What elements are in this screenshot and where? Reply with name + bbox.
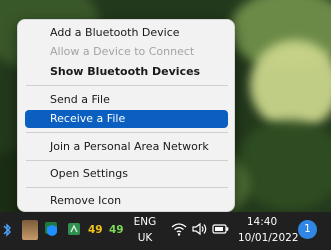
taskbar: 49 49 ENG UK 14:40 10/01/2022 1 <box>0 212 331 250</box>
menu-item-show-bluetooth-devices[interactable]: Show Bluetooth Devices <box>25 63 228 81</box>
system-clock[interactable]: 14:40 10/01/2022 <box>238 214 299 246</box>
menu-separator <box>26 187 228 188</box>
menu-item-remove-icon[interactable]: Remove Icon <box>25 192 228 210</box>
wifi-icon[interactable] <box>170 220 188 238</box>
tray-number-yellow[interactable]: 49 <box>88 224 103 236</box>
menu-item-add-bluetooth-device[interactable]: Add a Bluetooth Device <box>25 24 228 42</box>
language-indicator[interactable]: ENG UK <box>133 214 157 246</box>
notification-badge[interactable]: 1 <box>298 220 317 239</box>
network-adapter-icon[interactable] <box>66 220 82 238</box>
menu-separator <box>26 132 228 133</box>
bluetooth-context-menu: Add a Bluetooth Device Allow a Device to… <box>17 19 235 212</box>
menu-item-allow-device-connect: Allow a Device to Connect <box>50 45 195 58</box>
clock-date: 10/01/2022 <box>238 232 299 244</box>
menu-item-open-settings[interactable]: Open Settings <box>25 165 228 183</box>
contact-photo-icon[interactable] <box>22 220 38 240</box>
menu-separator <box>26 160 228 161</box>
language-region: UK <box>137 232 153 244</box>
menu-item-send-file[interactable]: Send a File <box>25 91 228 109</box>
tray-number-green[interactable]: 49 <box>109 224 124 236</box>
menu-item-join-personal-area-network[interactable]: Join a Personal Area Network <box>25 138 228 156</box>
shield-icon[interactable] <box>43 220 61 238</box>
language-code: ENG <box>133 216 157 228</box>
bluetooth-tray-icon[interactable] <box>2 221 12 239</box>
menu-item-receive-file[interactable]: Receive a File <box>25 110 228 128</box>
clock-time: 14:40 <box>246 216 278 228</box>
volume-icon[interactable] <box>191 220 209 238</box>
menu-separator <box>26 85 228 86</box>
battery-icon[interactable] <box>212 220 230 238</box>
